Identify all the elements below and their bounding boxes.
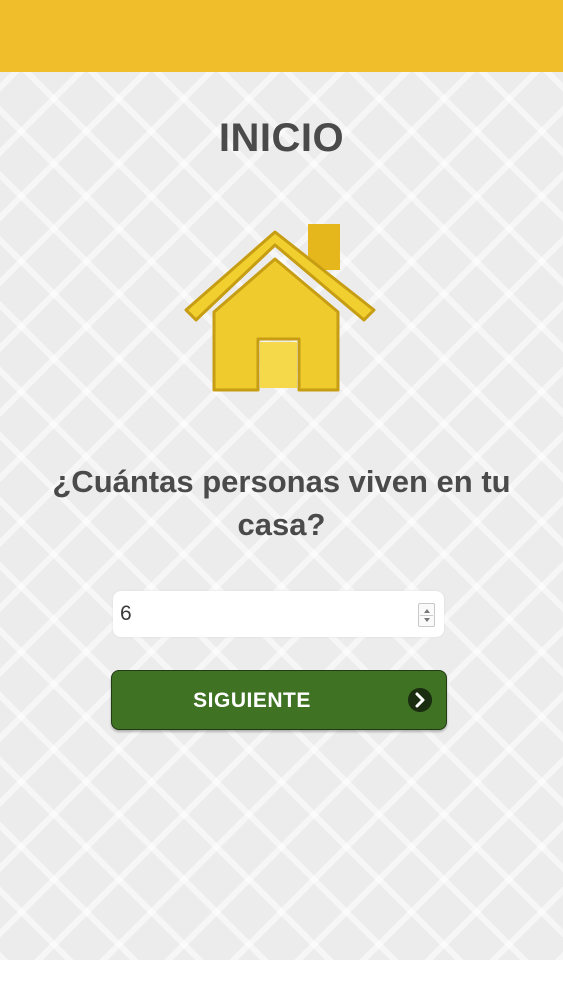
header-bar [0, 0, 563, 72]
next-button[interactable]: SIGUIENTE [111, 670, 447, 730]
people-count-input[interactable]: 6 [113, 591, 444, 637]
spinner-divider [420, 614, 433, 616]
number-spinner[interactable] [418, 603, 435, 627]
house-icon [184, 224, 376, 392]
spinner-up-icon[interactable] [423, 608, 430, 613]
page-title: INICIO [218, 116, 345, 160]
question-text: ¿Cuántas personas viven en tu casa? [52, 464, 511, 542]
spinner-down-icon[interactable] [423, 617, 430, 622]
people-count-value: 6 [120, 602, 132, 625]
bottom-strip [0, 960, 563, 1000]
next-button-label: SIGUIENTE [193, 689, 311, 712]
chevron-right-icon [408, 688, 432, 712]
